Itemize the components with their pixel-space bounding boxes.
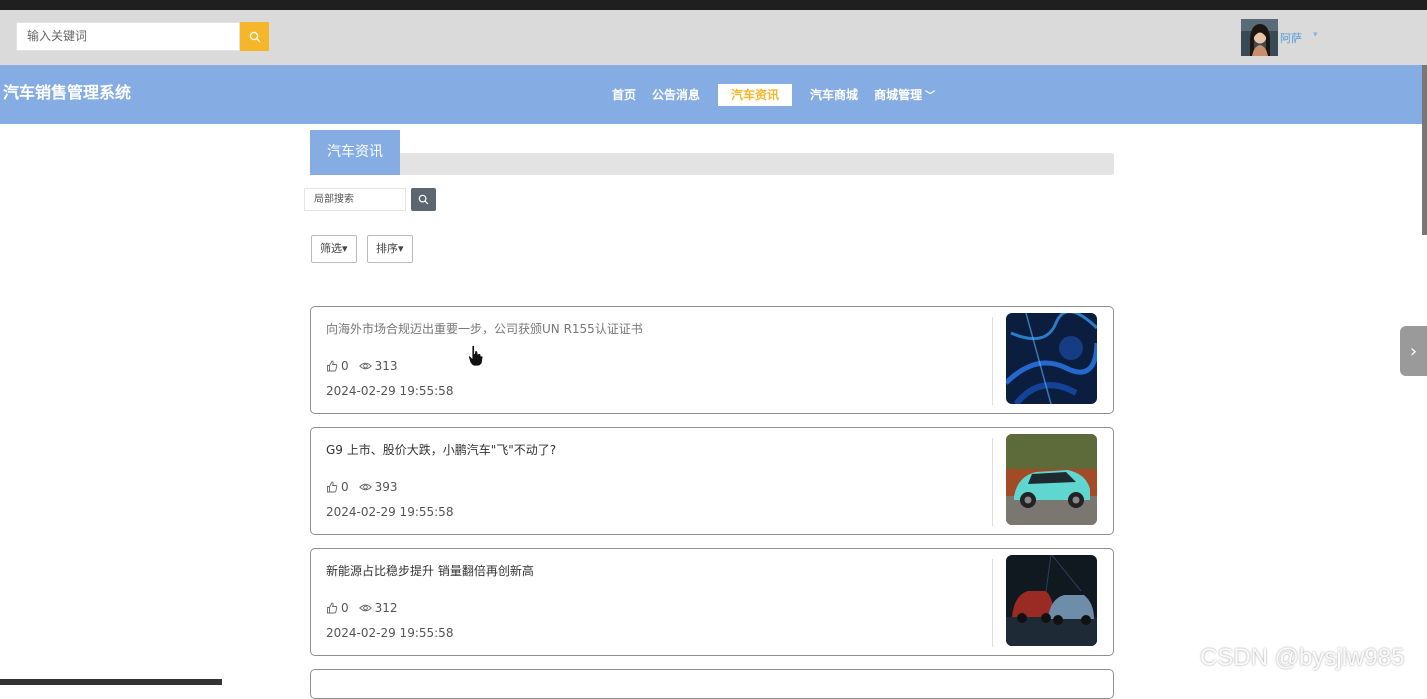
card-divider — [992, 559, 993, 647]
section-title: 汽车资讯 — [310, 130, 400, 175]
section-header-bar — [310, 153, 1114, 175]
side-expand-button[interactable]: › — [1400, 326, 1427, 376]
nav-item-car-mall[interactable]: 汽车商城 — [802, 84, 866, 106]
article-stats: 0 312 — [326, 601, 408, 615]
local-search-input[interactable]: 局部搜索 — [304, 188, 406, 211]
article-thumbnail[interactable] — [1006, 555, 1097, 646]
eye-icon — [358, 483, 372, 491]
like-stat: 0 — [326, 359, 349, 373]
thumbs-up-icon — [327, 602, 338, 614]
article-title[interactable]: G9 上市、股价大跌，小鹏汽车"飞"不动了? — [326, 441, 556, 458]
view-count: 313 — [374, 359, 398, 373]
local-search-button[interactable] — [411, 188, 436, 211]
search-button[interactable] — [240, 22, 269, 51]
username[interactable]: 阿萨 — [1280, 30, 1302, 46]
eye-icon — [358, 604, 372, 612]
search-input[interactable]: 输入关键词 — [16, 22, 240, 51]
eye-icon — [358, 362, 372, 370]
sort-dropdown[interactable]: 排序▾ — [367, 235, 413, 263]
article-stats: 0 393 — [326, 480, 408, 494]
article-card[interactable]: 新能源占比稳步提升 销量翻倍再创新高 0 312 2024-02-29 19:5… — [310, 548, 1114, 656]
nav-item-home[interactable]: 首页 — [604, 84, 644, 106]
nav-item-mall-management-label: 商城管理 — [874, 88, 923, 102]
search-icon — [418, 194, 429, 205]
like-stat: 0 — [326, 601, 349, 615]
article-thumbnail[interactable] — [1006, 434, 1097, 525]
thumbs-up-icon — [327, 481, 338, 493]
filter-dropdown[interactable]: 筛选▾ — [311, 235, 357, 263]
navbar: 汽车销售管理系统 首页 公告消息 汽车资讯 汽车商城 商城管理 ﹀ — [0, 65, 1427, 124]
nav-item-announcements[interactable]: 公告消息 — [644, 84, 708, 106]
article-stats: 0 313 — [326, 359, 408, 373]
top-bar: 输入关键词 阿萨 ▾ — [0, 10, 1427, 65]
article-date: 2024-02-29 19:55:58 — [326, 384, 454, 398]
article-thumbnail[interactable] — [1006, 313, 1097, 404]
article-date: 2024-02-29 19:55:58 — [326, 505, 454, 519]
view-stat: 312 — [358, 601, 398, 615]
top-strip — [0, 0, 1427, 10]
article-date: 2024-02-29 19:55:58 — [326, 626, 454, 640]
avatar[interactable] — [1241, 19, 1278, 56]
main-nav: 首页 公告消息 汽车资讯 汽车商城 商城管理 ﹀ — [604, 84, 943, 106]
view-stat: 313 — [358, 359, 398, 373]
like-count: 0 — [341, 480, 349, 494]
nav-item-mall-management[interactable]: 商城管理 ﹀ — [866, 84, 943, 106]
article-card[interactable] — [310, 669, 1114, 699]
nav-item-car-news[interactable]: 汽车资讯 — [718, 84, 793, 106]
watermark: CSDN @bysjlw985 — [1200, 644, 1405, 671]
like-count: 0 — [341, 601, 349, 615]
site-title: 汽车销售管理系统 — [3, 83, 132, 102]
article-card[interactable]: 向海外市场合规迈出重要一步，公司获颁UN R155认证证书 0 313 2024… — [310, 306, 1114, 414]
like-stat: 0 — [326, 480, 349, 494]
search-icon — [249, 31, 260, 42]
status-bar — [0, 679, 222, 685]
view-stat: 393 — [358, 480, 398, 494]
thumbs-up-icon — [327, 360, 338, 372]
article-title[interactable]: 新能源占比稳步提升 销量翻倍再创新高 — [326, 562, 534, 579]
chevron-down-icon: ﹀ — [925, 91, 936, 102]
chevron-down-icon[interactable]: ▾ — [1313, 30, 1318, 40]
scrollbar[interactable] — [1422, 65, 1427, 235]
view-count: 393 — [374, 480, 398, 494]
view-count: 312 — [374, 601, 398, 615]
article-card[interactable]: G9 上市、股价大跌，小鹏汽车"飞"不动了? 0 393 2024-02-29 … — [310, 427, 1114, 535]
like-count: 0 — [341, 359, 349, 373]
article-title[interactable]: 向海外市场合规迈出重要一步，公司获颁UN R155认证证书 — [326, 320, 643, 337]
chevron-right-icon: › — [1409, 340, 1418, 362]
card-divider — [992, 438, 993, 526]
hand-cursor-icon — [468, 345, 484, 367]
card-divider — [992, 317, 993, 405]
